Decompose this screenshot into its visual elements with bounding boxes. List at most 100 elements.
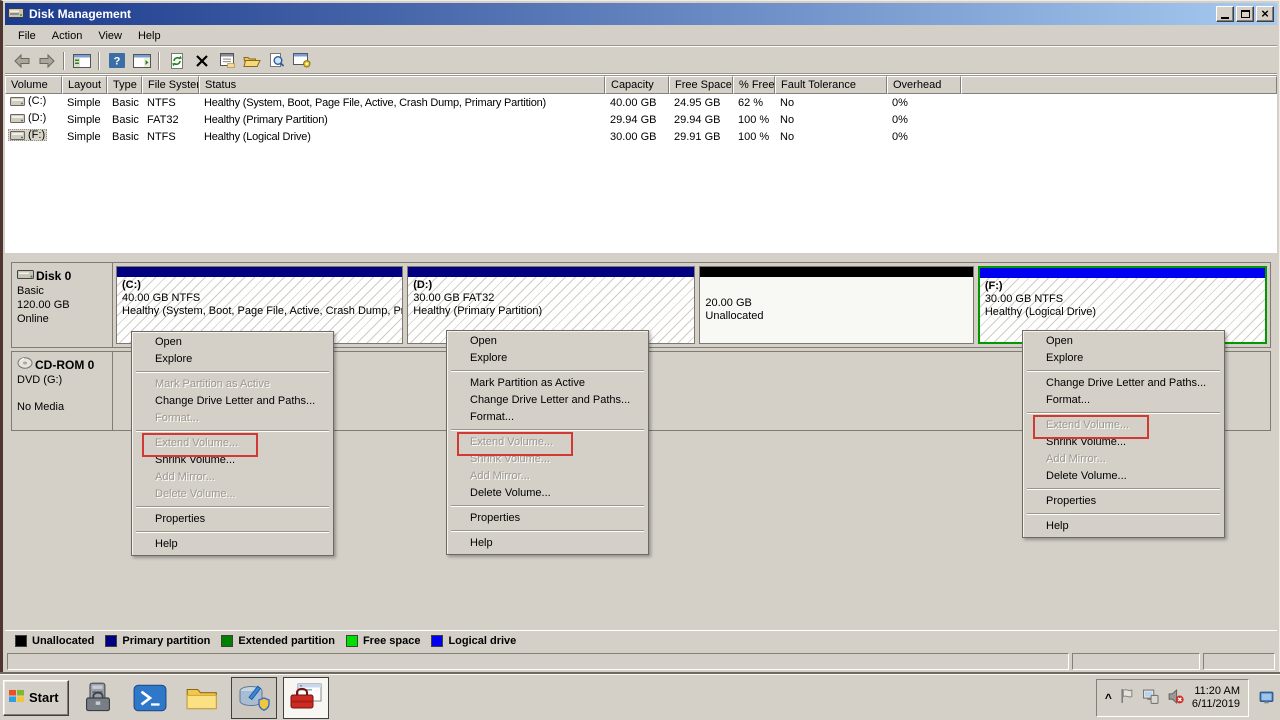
context-menu-item[interactable]: [136, 371, 329, 373]
context-menu-item[interactable]: [136, 506, 329, 508]
context-menu-item[interactable]: Mark Partition as Active: [134, 376, 331, 393]
computer-management-taskbar-button[interactable]: [283, 677, 329, 719]
volume-label[interactable]: (D:): [8, 112, 48, 124]
context-menu-item[interactable]: [1027, 513, 1220, 515]
column-header[interactable]: Type: [107, 76, 142, 94]
context-menu-item[interactable]: Shrink Volume...: [1025, 434, 1222, 451]
context-menu-item[interactable]: Explore: [1025, 350, 1222, 367]
windows-flag-icon: [9, 689, 25, 706]
column-header[interactable]: Overhead: [887, 76, 961, 94]
volume-row[interactable]: (C:) Simple Basic NTFS Healthy (System, …: [5, 94, 1277, 111]
menu-bar-item[interactable]: View: [90, 28, 130, 44]
context-menu-item[interactable]: Properties: [1025, 493, 1222, 510]
context-menu-item[interactable]: [136, 531, 329, 533]
context-menu-item[interactable]: Open: [1025, 333, 1222, 350]
column-header[interactable]: Volume: [5, 76, 62, 94]
context-menu-item[interactable]: Extend Volume...: [134, 435, 331, 452]
volume-row[interactable]: (D:) Simple Basic FAT32 Healthy (Primary…: [5, 111, 1277, 128]
help-icon[interactable]: ?: [105, 50, 128, 72]
context-menu-item[interactable]: [1027, 412, 1220, 414]
start-button[interactable]: Start: [3, 680, 69, 716]
context-menu-item[interactable]: [451, 429, 644, 431]
volume-label[interactable]: (F:): [8, 129, 47, 141]
context-menu-item[interactable]: Mark Partition as Active: [449, 375, 646, 392]
context-menu-item[interactable]: Extend Volume...: [1025, 417, 1222, 434]
context-menu-item[interactable]: Format...: [134, 410, 331, 427]
refresh-icon[interactable]: [165, 50, 188, 72]
clock[interactable]: 11:20 AM 6/11/2019: [1192, 685, 1240, 711]
action-pane-icon[interactable]: [130, 50, 153, 72]
back-icon[interactable]: [10, 50, 33, 72]
clock-date: 6/11/2019: [1192, 698, 1240, 711]
maximize-button[interactable]: [1236, 6, 1254, 22]
powershell-icon[interactable]: [127, 677, 173, 719]
server-manager-icon[interactable]: [75, 677, 121, 719]
context-menu-item[interactable]: Change Drive Letter and Paths...: [449, 392, 646, 409]
close-button[interactable]: ×: [1256, 6, 1274, 22]
show-desktop-button[interactable]: [1255, 678, 1277, 718]
context-menu-item[interactable]: Format...: [1025, 392, 1222, 409]
explorer-icon[interactable]: [179, 677, 225, 719]
find-icon[interactable]: [265, 50, 288, 72]
menu-bar-item[interactable]: Help: [130, 28, 169, 44]
context-menu-item[interactable]: Shrink Volume...: [449, 451, 646, 468]
disk-management-taskbar-button[interactable]: [231, 677, 277, 719]
column-header[interactable]: Free Space: [669, 76, 733, 94]
start-label: Start: [29, 690, 59, 705]
context-menu-item[interactable]: Delete Volume...: [449, 485, 646, 502]
console-tree-icon[interactable]: [70, 50, 93, 72]
cdrom-header[interactable]: CD-ROM 0 DVD (G:) No Media: [12, 352, 113, 430]
context-menu-item[interactable]: [1027, 488, 1220, 490]
context-menu-item[interactable]: [136, 430, 329, 432]
hidden-icons-chevron[interactable]: ^: [1105, 693, 1112, 703]
context-menu-item[interactable]: Properties: [134, 511, 331, 528]
volume-row[interactable]: (F:) Simple Basic NTFS Healthy (Logical …: [5, 128, 1277, 145]
context-menu-item[interactable]: Change Drive Letter and Paths...: [1025, 375, 1222, 392]
menu-bar-item[interactable]: File: [10, 28, 44, 44]
context-menu-item[interactable]: Delete Volume...: [1025, 468, 1222, 485]
context-menu-item[interactable]: Extend Volume...: [449, 434, 646, 451]
context-menu-item[interactable]: Add Mirror...: [134, 469, 331, 486]
context-menu-item[interactable]: Help: [449, 535, 646, 552]
forward-icon[interactable]: [35, 50, 58, 72]
context-menu-item[interactable]: Change Drive Letter and Paths...: [134, 393, 331, 410]
column-header[interactable]: % Free: [733, 76, 775, 94]
delete-icon[interactable]: [190, 50, 213, 72]
volume-muted-icon[interactable]: [1167, 689, 1184, 707]
minimize-button[interactable]: [1216, 6, 1234, 22]
menu-bar-item[interactable]: Action: [44, 28, 91, 44]
context-menu-item[interactable]: Add Mirror...: [1025, 451, 1222, 468]
open-folder-icon[interactable]: [240, 50, 263, 72]
titlebar[interactable]: Disk Management ×: [5, 3, 1277, 25]
volume-table-header: VolumeLayoutTypeFile SystemStatusCapacit…: [5, 76, 1277, 94]
partition-region[interactable]: 20.00 GB Unallocated: [699, 266, 973, 344]
context-menu-item[interactable]: Explore: [449, 350, 646, 367]
context-menu-item[interactable]: Open: [449, 333, 646, 350]
context-menu-item[interactable]: Shrink Volume...: [134, 452, 331, 469]
volume-label[interactable]: (C:): [8, 95, 48, 107]
context-menu-item[interactable]: Properties: [449, 510, 646, 527]
column-header[interactable]: Capacity: [605, 76, 669, 94]
context-menu-item[interactable]: [1027, 370, 1220, 372]
context-menu-item[interactable]: Explore: [134, 351, 331, 368]
context-menu-item[interactable]: Help: [134, 536, 331, 553]
context-menu-item[interactable]: Add Mirror...: [449, 468, 646, 485]
context-menu-item[interactable]: [451, 370, 644, 372]
freespace-cell: 29.94 GB: [669, 113, 733, 127]
setup-icon[interactable]: [290, 50, 313, 72]
column-header[interactable]: Status: [199, 76, 605, 94]
context-menu-item[interactable]: Delete Volume...: [134, 486, 331, 503]
action-center-flag-icon[interactable]: [1120, 688, 1134, 707]
context-menu-item[interactable]: [451, 505, 644, 507]
column-header[interactable]: Layout: [62, 76, 107, 94]
network-icon[interactable]: [1142, 689, 1159, 707]
legend-swatch: [431, 635, 443, 647]
context-menu-item[interactable]: Help: [1025, 518, 1222, 535]
context-menu-item[interactable]: [451, 530, 644, 532]
disk0-header[interactable]: Disk 0 Basic 120.00 GB Online: [12, 263, 113, 347]
column-header[interactable]: Fault Tolerance: [775, 76, 887, 94]
column-header[interactable]: File System: [142, 76, 199, 94]
context-menu-item[interactable]: Open: [134, 334, 331, 351]
context-menu-item[interactable]: Format...: [449, 409, 646, 426]
properties-icon[interactable]: [215, 50, 238, 72]
